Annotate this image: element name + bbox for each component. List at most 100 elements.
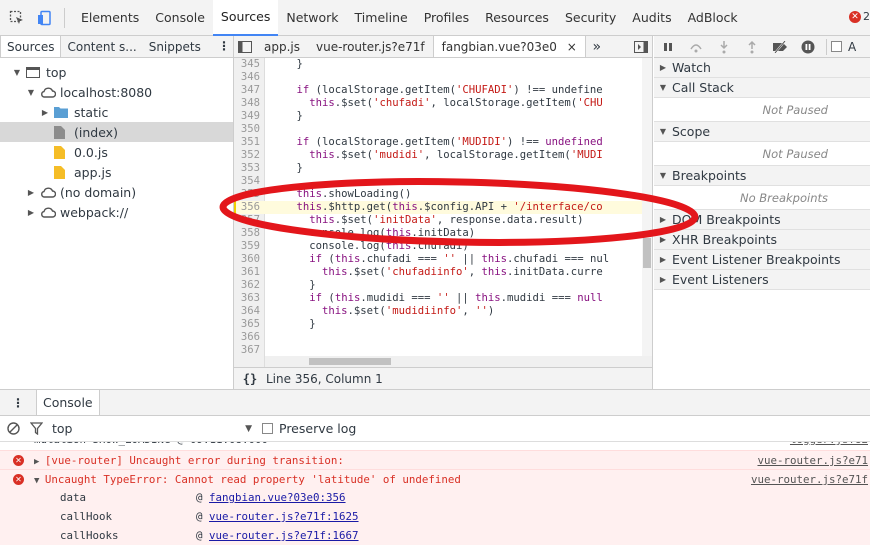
- step-into-icon[interactable]: [710, 40, 738, 54]
- code-line[interactable]: 363 if (this.mudidi === '' || this.mudid…: [234, 292, 652, 305]
- code-line[interactable]: 357 this.$set('initData', response.data.…: [234, 214, 652, 227]
- collapsed-arrow-icon[interactable]: ▶: [26, 208, 36, 217]
- pause-icon[interactable]: [654, 41, 682, 53]
- code-line[interactable]: 346: [234, 71, 652, 84]
- tree-item[interactable]: (index): [0, 122, 233, 142]
- preserve-log-checkbox[interactable]: [262, 423, 273, 434]
- section-watch[interactable]: ▶ Watch: [654, 58, 870, 78]
- tab-console-drawer[interactable]: Console: [36, 390, 100, 415]
- section-breakpoints[interactable]: ▼ Breakpoints: [654, 166, 870, 186]
- tab-elements[interactable]: Elements: [73, 0, 147, 36]
- console-error-message[interactable]: ✕ ▶ [vue-router] Uncaught error during tr…: [0, 450, 870, 469]
- line-number[interactable]: 358: [234, 227, 263, 240]
- more-tabs-icon[interactable]: »: [586, 36, 608, 57]
- code-line[interactable]: 365 }: [234, 318, 652, 331]
- code-line[interactable]: 354: [234, 175, 652, 188]
- line-number[interactable]: 366: [234, 331, 263, 344]
- tree-item[interactable]: ▼ localhost:8080: [0, 82, 233, 102]
- line-number[interactable]: 350: [234, 123, 263, 136]
- horizontal-scrollbar[interactable]: [265, 356, 652, 367]
- expand-arrow-icon[interactable]: ▶: [34, 457, 45, 467]
- step-over-icon[interactable]: [682, 41, 710, 53]
- line-number[interactable]: 346: [234, 71, 263, 84]
- line-number[interactable]: 353: [234, 162, 263, 175]
- console-error-message[interactable]: ✕ ▼ Uncaught TypeError: Cannot read prope…: [0, 469, 870, 488]
- tab-resources[interactable]: Resources: [477, 0, 557, 36]
- code-line[interactable]: 362 }: [234, 279, 652, 292]
- context-selector[interactable]: top ▼: [52, 421, 252, 436]
- code-line[interactable]: 351 if (localStorage.getItem('MUDIDI') !…: [234, 136, 652, 149]
- code-line[interactable]: 364 this.$set('mudidiinfo', ''): [234, 305, 652, 318]
- file-tab-app-js[interactable]: app.js: [256, 36, 308, 57]
- filter-icon[interactable]: [26, 422, 46, 435]
- code-line[interactable]: 355 this.showLoading(): [234, 188, 652, 201]
- collapsed-arrow-icon[interactable]: ▶: [26, 188, 36, 197]
- line-number[interactable]: 365: [234, 318, 263, 331]
- tab-profiles[interactable]: Profiles: [416, 0, 477, 36]
- code-line[interactable]: 350: [234, 123, 652, 136]
- line-number[interactable]: 349: [234, 110, 263, 123]
- close-tab-icon[interactable]: ×: [567, 40, 577, 54]
- section-dom-breakpoints[interactable]: ▶ DOM Breakpoints: [654, 210, 870, 230]
- code-line[interactable]: 356 this.$http.get(this.$config.API + '/…: [234, 201, 652, 214]
- line-number[interactable]: 355: [234, 188, 263, 201]
- error-source-link[interactable]: vue-router.js?e71f: [751, 470, 868, 489]
- tree-item[interactable]: 0.0.js: [0, 142, 233, 162]
- horizontal-scroll-thumb[interactable]: [309, 358, 391, 365]
- toggle-navigator-icon[interactable]: [234, 36, 256, 57]
- tab-network[interactable]: Network: [278, 0, 346, 36]
- device-mode-icon[interactable]: [34, 7, 56, 29]
- inspect-element-icon[interactable]: [6, 7, 28, 29]
- line-number[interactable]: 359: [234, 240, 263, 253]
- section-scope[interactable]: ▼ Scope: [654, 122, 870, 142]
- line-number[interactable]: 348: [234, 97, 263, 110]
- code-line[interactable]: 361 this.$set('chufadiinfo', this.initDa…: [234, 266, 652, 279]
- expanded-arrow-icon[interactable]: ▼: [12, 68, 22, 77]
- tree-item[interactable]: app.js: [0, 162, 233, 182]
- line-number[interactable]: 351: [234, 136, 263, 149]
- tab-sources[interactable]: Sources: [0, 36, 62, 57]
- toggle-debugger-icon[interactable]: [630, 36, 652, 57]
- line-number[interactable]: 345: [234, 58, 263, 71]
- async-checkbox[interactable]: [831, 41, 842, 52]
- line-number[interactable]: 356: [234, 201, 263, 214]
- tree-item[interactable]: ▶ static: [0, 102, 233, 122]
- line-number[interactable]: 352: [234, 149, 263, 162]
- section-event-listener-breakpoints[interactable]: ▶ Event Listener Breakpoints: [654, 250, 870, 270]
- collapsed-arrow-icon[interactable]: ▶: [40, 108, 50, 117]
- section-event-listeners[interactable]: ▶ Event Listeners: [654, 270, 870, 290]
- clear-console-icon[interactable]: [0, 422, 26, 435]
- code-line[interactable]: 360 if (this.chufadi === '' || this.chuf…: [234, 253, 652, 266]
- more-options-icon[interactable]: ⋮: [215, 36, 233, 57]
- tab-audits[interactable]: Audits: [624, 0, 679, 36]
- line-number[interactable]: 367: [234, 344, 263, 357]
- error-counter[interactable]: ✕ 2: [849, 10, 870, 23]
- tab-sources[interactable]: Sources: [212, 0, 279, 36]
- error-source-link[interactable]: vue-router.js?e71: [757, 451, 868, 470]
- code-line[interactable]: 353 }: [234, 162, 652, 175]
- code-line[interactable]: 347 if (localStorage.getItem('CHUFADI') …: [234, 84, 652, 97]
- deactivate-breakpoints-icon[interactable]: [766, 40, 794, 53]
- line-number[interactable]: 362: [234, 279, 263, 292]
- tab-console[interactable]: Console: [147, 0, 213, 36]
- line-number[interactable]: 364: [234, 305, 263, 318]
- vertical-scrollbar[interactable]: [642, 58, 652, 356]
- tab-content-scripts[interactable]: Content s...: [61, 36, 142, 57]
- expand-arrow-icon[interactable]: ▼: [34, 476, 45, 486]
- stack-location-link[interactable]: vue-router.js?e71f:1667: [209, 529, 359, 542]
- code-line[interactable]: 349 }: [234, 110, 652, 123]
- line-number[interactable]: 354: [234, 175, 263, 188]
- step-out-icon[interactable]: [738, 40, 766, 54]
- code-line[interactable]: 366: [234, 331, 652, 344]
- code-line[interactable]: 358 console.log(this.initData): [234, 227, 652, 240]
- expanded-arrow-icon[interactable]: ▼: [26, 88, 36, 97]
- tab-timeline[interactable]: Timeline: [347, 0, 416, 36]
- tree-item[interactable]: ▶ (no domain): [0, 182, 233, 202]
- line-number[interactable]: 357: [234, 214, 263, 227]
- code-line[interactable]: 348 this.$set('chufadi', localStorage.ge…: [234, 97, 652, 110]
- code-line[interactable]: 352 this.$set('mudidi', localStorage.get…: [234, 149, 652, 162]
- tab-adblock[interactable]: AdBlock: [680, 0, 746, 36]
- line-number[interactable]: 363: [234, 292, 263, 305]
- log-source-link[interactable]: logger.js?82: [790, 442, 868, 445]
- code-line[interactable]: 345 }: [234, 58, 652, 71]
